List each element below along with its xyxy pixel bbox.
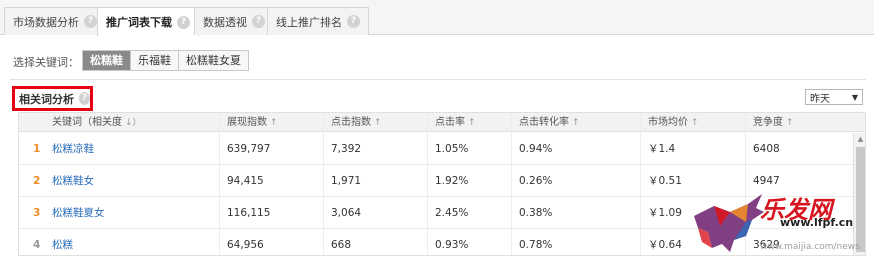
divider: [10, 79, 866, 80]
tab-label: 数据透视: [203, 15, 247, 29]
column-header-price[interactable]: 市场均价 ↑: [648, 113, 699, 132]
competition-cell: 6408: [753, 143, 780, 155]
help-icon[interactable]: ?: [252, 15, 265, 28]
column-header-ctr[interactable]: 点击率 ↑: [435, 113, 476, 132]
section-title: 相关词分析 ?: [12, 86, 93, 111]
tab-keyword-download[interactable]: 推广词表下载 ?: [97, 7, 199, 36]
ctr-cell: 1.92%: [435, 175, 469, 187]
sort-icon[interactable]: ↑: [468, 118, 476, 128]
watermark-url-secondary: www.maijia.com/news: [760, 242, 860, 252]
tab-label: 线上推广排名: [276, 15, 342, 29]
column-header-cvr[interactable]: 点击转化率 ↑: [519, 113, 580, 132]
clicks-cell: 3,064: [331, 207, 362, 219]
clicks-cell: 7,392: [331, 143, 362, 155]
scroll-up-icon[interactable]: ▲: [854, 135, 865, 143]
sort-icon[interactable]: ↑: [270, 118, 278, 128]
sort-icon[interactable]: ↑: [691, 118, 699, 128]
ctr-cell: 2.45%: [435, 207, 469, 219]
row-rank: 3: [33, 207, 41, 219]
date-select[interactable]: 昨天 ▼: [805, 89, 863, 105]
row-rank: 4: [33, 239, 41, 251]
help-icon[interactable]: ?: [177, 15, 190, 29]
help-icon[interactable]: ?: [347, 15, 360, 28]
price-cell: ￥1.09: [648, 207, 682, 219]
sort-desc-icon[interactable]: ↓）: [125, 118, 142, 128]
price-cell: ￥0.51: [648, 175, 682, 187]
bull-logo-icon: [694, 194, 764, 252]
keyword-option[interactable]: 乐福鞋: [131, 51, 179, 70]
row-rank: 2: [33, 175, 41, 187]
help-icon[interactable]: ?: [84, 15, 97, 28]
row-rank: 1: [33, 143, 41, 155]
price-cell: ￥0.64: [648, 239, 682, 251]
cvr-cell: 0.38%: [519, 207, 553, 219]
keyword-link[interactable]: 松糕鞋夏女: [52, 197, 105, 229]
sort-icon[interactable]: ↑: [572, 118, 580, 128]
tab-data-pivot[interactable]: 数据透视 ?: [194, 7, 274, 35]
price-cell: ￥1.4: [648, 143, 676, 155]
table-row: 1 松糕凉鞋 639,797 7,392 1.05% 0.94% ￥1.4 64…: [19, 133, 853, 165]
table-header: 关键词（相关度 ↓） 展现指数 ↑ 点击指数 ↑ 点击率 ↑ 点击转化率 ↑ 市场均价 ↑ …: [19, 113, 865, 132]
clicks-cell: 1,971: [331, 175, 362, 187]
watermark: 乐发网 www.lfpf.cn www.maijia.com/news: [690, 186, 874, 256]
tab-label: 推广词表下载: [106, 16, 172, 29]
keyword-option[interactable]: 松糕鞋女夏: [179, 51, 248, 70]
keyword-link[interactable]: 松糕鞋女: [52, 165, 94, 197]
tab-online-ranking[interactable]: 线上推广排名 ?: [267, 7, 369, 35]
keyword-link[interactable]: 松糕: [52, 229, 73, 255]
column-header-clicks[interactable]: 点击指数 ↑: [331, 113, 382, 132]
keyword-selector-label: 选择关键词：: [13, 56, 79, 69]
help-icon[interactable]: ?: [79, 92, 90, 105]
cvr-cell: 0.94%: [519, 143, 553, 155]
ctr-cell: 0.93%: [435, 239, 469, 251]
column-header-impressions[interactable]: 展现指数 ↑: [227, 113, 278, 132]
impressions-cell: 639,797: [227, 143, 271, 155]
impressions-cell: 116,115: [227, 207, 271, 219]
section-title-text: 相关词分析: [19, 92, 74, 106]
tab-label: 市场数据分析: [13, 15, 79, 29]
ctr-cell: 1.05%: [435, 143, 469, 155]
cvr-cell: 0.78%: [519, 239, 553, 251]
clicks-cell: 668: [331, 239, 352, 251]
cvr-cell: 0.26%: [519, 175, 553, 187]
watermark-url: www.lfpf.cn: [780, 216, 854, 229]
column-header-keyword[interactable]: 关键词（相关度 ↓）: [52, 113, 142, 132]
tab-bar: 市场数据分析 ? 推广词表下载 ? 数据透视 ? 线上推广排名 ?: [0, 0, 874, 36]
chevron-down-icon: ▼: [851, 92, 858, 102]
impressions-cell: 94,415: [227, 175, 264, 187]
tab-market-analysis[interactable]: 市场数据分析 ?: [4, 7, 106, 35]
keyword-option[interactable]: 松糕鞋: [83, 51, 131, 70]
sort-icon[interactable]: ↑: [374, 118, 382, 128]
sort-icon[interactable]: ↑: [786, 118, 794, 128]
column-header-competition[interactable]: 竞争度 ↑: [753, 113, 794, 132]
date-select-value: 昨天: [810, 93, 830, 105]
keyword-selector: 松糕鞋 乐福鞋 松糕鞋女夏: [82, 50, 249, 71]
impressions-cell: 64,956: [227, 239, 264, 251]
keyword-link[interactable]: 松糕凉鞋: [52, 133, 94, 165]
